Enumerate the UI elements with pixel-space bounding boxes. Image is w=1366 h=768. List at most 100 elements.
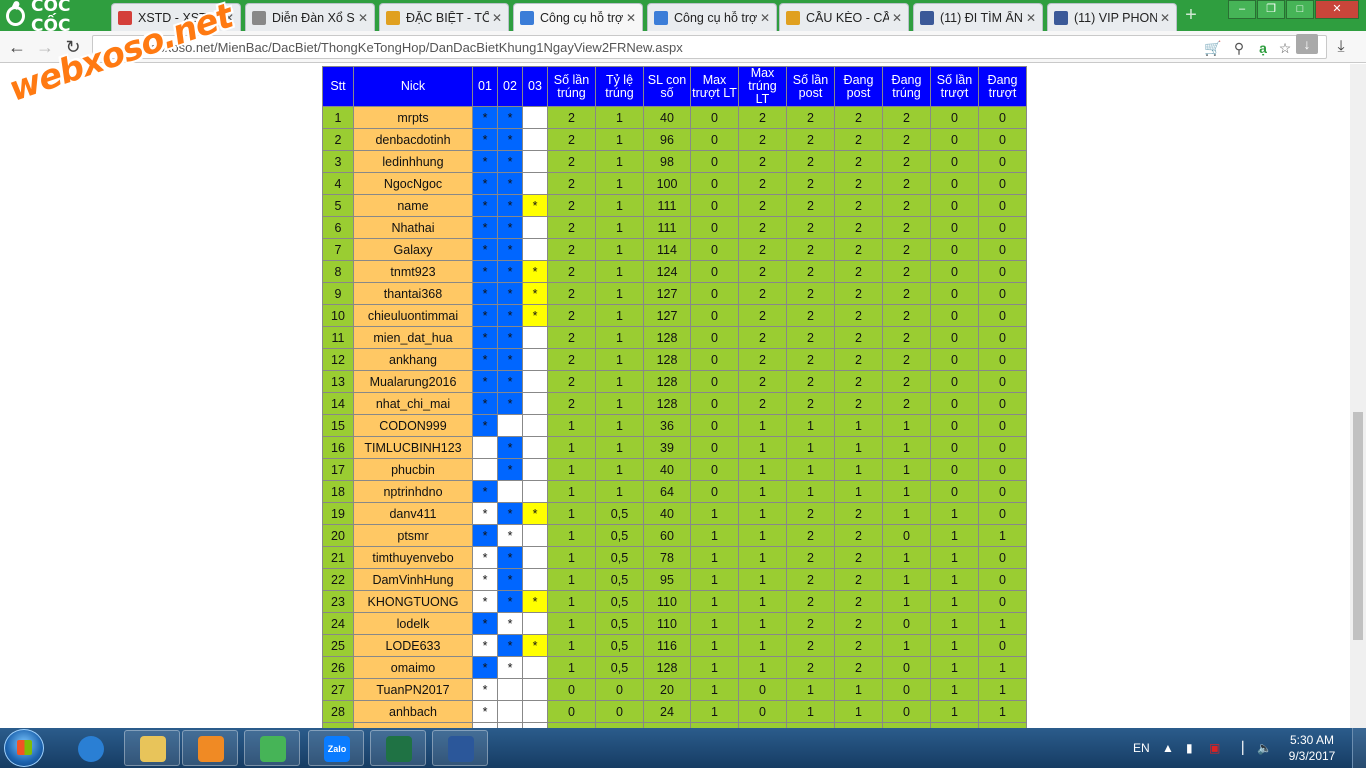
value-cell: 0 xyxy=(690,458,739,481)
show-desktop-button[interactable] xyxy=(1352,728,1366,768)
webpage-icon xyxy=(520,10,534,25)
new-tab-button[interactable]: + xyxy=(1180,5,1202,26)
row-nick[interactable]: ptsmr xyxy=(353,524,473,547)
row-nick[interactable]: Nhathai xyxy=(353,216,473,239)
row-nick[interactable]: chieuluontimmai xyxy=(353,304,473,327)
row-nick[interactable]: Galaxy xyxy=(353,238,473,261)
row-nick[interactable]: TuanPN2017 xyxy=(353,678,473,701)
value-cell: 1 xyxy=(547,436,596,459)
row-nick[interactable]: NgocNgoc xyxy=(353,172,473,195)
row-nick[interactable]: anhbach xyxy=(353,700,473,723)
download-icon[interactable]: ↓ xyxy=(1296,34,1318,54)
coccoc-brand[interactable]: CỐC CỐC xyxy=(0,0,110,36)
value-cell: 0 xyxy=(690,260,739,283)
value-cell: 1 xyxy=(882,590,931,613)
mark-cell: * xyxy=(472,678,498,701)
value-cell: 0 xyxy=(547,700,596,723)
row-nick[interactable]: ledinhhung xyxy=(353,150,473,173)
tab-5[interactable]: CẦU KÈO - CẦU✕ xyxy=(779,3,909,31)
zoom-icon[interactable]: ⚲ xyxy=(1229,38,1249,58)
value-cell: 0 xyxy=(930,436,979,459)
taskbar-word[interactable] xyxy=(432,730,488,766)
language-indicator[interactable]: EN xyxy=(1133,728,1150,768)
signal-icon[interactable]: ▕ xyxy=(1234,728,1243,768)
unikey-icon[interactable]: ▣ xyxy=(1209,728,1220,768)
restore-button[interactable]: ❐ xyxy=(1257,0,1285,19)
row-nick[interactable]: mien_dat_hua xyxy=(353,326,473,349)
maximize-button[interactable]: □ xyxy=(1286,0,1314,19)
tab-close-icon[interactable]: ✕ xyxy=(1023,11,1039,25)
scrollbar-thumb[interactable] xyxy=(1353,412,1363,640)
row-nick[interactable]: phucbin xyxy=(353,458,473,481)
tab-7[interactable]: (11) VIP PHONG✕ xyxy=(1047,3,1177,31)
row-nick[interactable]: DamVinhHung xyxy=(353,568,473,591)
mark-cell: * xyxy=(472,282,498,305)
tab-close-icon[interactable]: ✕ xyxy=(757,11,773,25)
tab-4[interactable]: Công cụ hỗ trợ ✕ xyxy=(647,3,777,31)
mark-cell xyxy=(497,414,523,437)
row-nick[interactable]: mrpts xyxy=(353,106,473,129)
table-row: 28 anhbach * 0 0 24 1 0 1 1 0 1 1 xyxy=(322,700,1027,723)
clock[interactable]: 5:30 AM 9/3/2017 xyxy=(1282,732,1342,764)
minimize-button[interactable]: – xyxy=(1228,0,1256,19)
column-header: Số lần post xyxy=(786,66,835,107)
url-text[interactable]: webxoso.net/MienBac/DacBiet/ThongKeTongH… xyxy=(141,40,683,55)
value-cell: 1 xyxy=(595,326,644,349)
value-cell: 1 xyxy=(834,436,883,459)
row-nick[interactable]: timthuyenvebo xyxy=(353,546,473,569)
tab-3[interactable]: Công cụ hỗ trợ ✕ xyxy=(513,3,643,31)
row-nick[interactable]: name xyxy=(353,194,473,217)
row-nick[interactable]: nptrinhdno xyxy=(353,480,473,503)
bookmark-star-icon[interactable]: ☆ xyxy=(1275,38,1295,58)
row-nick[interactable]: nhat_chi_mai xyxy=(353,392,473,415)
tab-close-icon[interactable]: ✕ xyxy=(1157,11,1173,25)
row-nick[interactable]: tnmt923 xyxy=(353,260,473,283)
taskbar-coccoc-browser[interactable] xyxy=(244,730,300,766)
start-button[interactable] xyxy=(4,729,44,767)
tab-close-icon[interactable]: ✕ xyxy=(889,11,905,25)
value-cell: 1 xyxy=(930,700,979,723)
tab-1[interactable]: Diễn Đàn Xổ Số ✕ xyxy=(245,3,375,31)
row-nick[interactable]: Mualarung2016 xyxy=(353,370,473,393)
value-cell: 2 xyxy=(882,216,931,239)
taskbar-file-explorer[interactable] xyxy=(124,730,180,766)
translate-icon[interactable]: ạ xyxy=(1253,38,1273,58)
downloads-menu-icon[interactable]: ⤓ xyxy=(1330,37,1352,57)
value-cell: 2 xyxy=(786,590,835,613)
taskbar-excel[interactable] xyxy=(370,730,426,766)
close-window-button[interactable]: ✕ xyxy=(1315,0,1359,19)
row-nick[interactable]: lodelk xyxy=(353,612,473,635)
value-cell: 1 xyxy=(738,436,787,459)
row-nick[interactable]: thantai368 xyxy=(353,282,473,305)
battery-icon[interactable]: ▮ xyxy=(1186,728,1193,768)
media-player-icon xyxy=(198,736,224,762)
row-nick[interactable]: CODON999 xyxy=(353,414,473,437)
tab-6[interactable]: (11) ĐI TÌM ẨN ✕ xyxy=(913,3,1043,31)
taskbar-ie[interactable] xyxy=(62,730,118,766)
taskbar-media-player[interactable] xyxy=(182,730,238,766)
value-cell: 2 xyxy=(738,348,787,371)
taskbar-zalo[interactable]: Zalo xyxy=(308,730,364,766)
row-nick[interactable]: danv411 xyxy=(353,502,473,525)
tab-close-icon[interactable]: ✕ xyxy=(623,11,639,25)
tray-expand-icon[interactable]: ▲ xyxy=(1162,728,1174,768)
shopping-cart-icon[interactable]: 🛒 xyxy=(1203,38,1223,58)
value-cell: 0 xyxy=(738,678,787,701)
value-cell: 0 xyxy=(978,326,1027,349)
mark-cell: * xyxy=(497,370,523,393)
tab-close-icon[interactable]: ✕ xyxy=(355,11,371,25)
row-nick[interactable]: denbacdotinh xyxy=(353,128,473,151)
tab-2[interactable]: ĐẶC BIỆT - TỔNG✕ xyxy=(379,3,509,31)
volume-icon[interactable]: 🔈 xyxy=(1257,728,1272,768)
row-nick[interactable]: KHONGTUONG xyxy=(353,590,473,613)
address-bar[interactable]: webxoso.net/MienBac/DacBiet/ThongKeTongH… xyxy=(92,35,1327,59)
tab-close-icon[interactable]: ✕ xyxy=(489,11,505,25)
back-button[interactable]: ← xyxy=(6,37,28,57)
row-nick[interactable]: ankhang xyxy=(353,348,473,371)
row-nick[interactable]: LODE633 xyxy=(353,634,473,657)
row-stt: 19 xyxy=(322,502,354,525)
mark-cell xyxy=(497,700,523,723)
row-nick[interactable]: TIMLUCBINH123 xyxy=(353,436,473,459)
vertical-scrollbar[interactable] xyxy=(1350,64,1366,728)
row-nick[interactable]: omaimo xyxy=(353,656,473,679)
